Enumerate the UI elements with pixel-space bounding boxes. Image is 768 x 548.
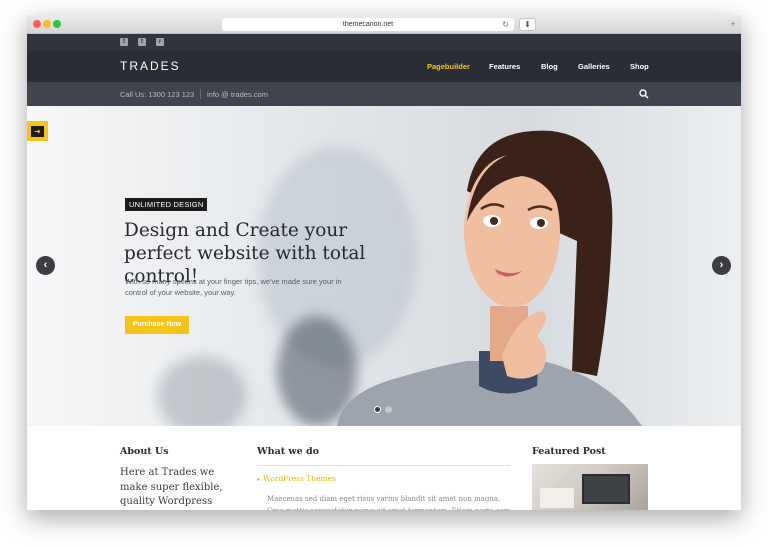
nav-item-pagebuilder[interactable]: Pagebuilder xyxy=(427,62,470,71)
purchase-now-button[interactable]: Purchase Now xyxy=(125,316,189,334)
hero-slider: ➔ UNLIMITED DESIGN Design and Create you… xyxy=(27,106,741,426)
slider-next-button[interactable]: › xyxy=(712,256,731,275)
hero-subtext: With so many options at your finger tips… xyxy=(125,277,342,297)
bullet-icon: ▸ xyxy=(257,476,261,483)
download-button[interactable]: ⬇ xyxy=(519,18,536,31)
main-navbar: TRADES Pagebuilder Features Blog Galleri… xyxy=(27,51,741,82)
content-section: About Us Here at Trades we make super fl… xyxy=(27,426,741,510)
what-we-do-title: What we do xyxy=(257,446,319,457)
nav-item-features[interactable]: Features xyxy=(489,62,520,71)
featured-post-image[interactable] xyxy=(532,464,648,510)
new-tab-button[interactable]: + xyxy=(727,18,739,31)
hero-badge: UNLIMITED DESIGN xyxy=(125,198,208,211)
browser-window: themecanon.net ↻ ⬇ + f t r TRADES Pagebu… xyxy=(27,15,741,510)
about-title: About Us xyxy=(120,446,169,457)
nav-item-shop[interactable]: Shop xyxy=(630,62,649,71)
twitter-icon[interactable]: t xyxy=(138,38,146,46)
background-blur xyxy=(157,356,247,426)
close-window-button[interactable] xyxy=(33,20,41,28)
nav-item-blog[interactable]: Blog xyxy=(541,62,558,71)
slider-dot-2[interactable] xyxy=(385,406,392,413)
chevron-right-icon: › xyxy=(719,259,724,271)
what-we-do-item-label: WordPress Themes xyxy=(263,474,336,483)
nav-item-galleries[interactable]: Galleries xyxy=(578,62,610,71)
address-bar[interactable]: themecanon.net ↻ xyxy=(222,18,514,31)
rss-icon[interactable]: r xyxy=(156,38,164,46)
social-topbar: f t r xyxy=(27,34,741,51)
side-panel-toggle[interactable]: ➔ xyxy=(27,121,48,141)
slider-prev-button[interactable]: ‹ xyxy=(36,256,55,275)
browser-chrome: themecanon.net ↻ ⬇ + xyxy=(27,15,741,34)
address-url: themecanon.net xyxy=(342,21,394,28)
what-we-do-text: Maecenas sed diam eget risus varius blan… xyxy=(267,495,513,510)
arrow-right-icon: ➔ xyxy=(34,126,41,136)
slider-dot-1[interactable] xyxy=(374,406,381,413)
minimize-window-button[interactable] xyxy=(43,20,51,28)
download-icon: ⬇ xyxy=(524,20,531,29)
about-text: Here at Trades we make super flexible, q… xyxy=(120,467,223,507)
search-icon[interactable] xyxy=(639,89,649,99)
contact-infobar: Call Us: 1300 123 123 info @ trades.com xyxy=(27,82,741,106)
featured-post-title: Featured Post xyxy=(532,446,606,457)
site-logo[interactable]: TRADES xyxy=(120,59,181,73)
phone-info: Call Us: 1300 123 123 xyxy=(120,90,195,99)
maximize-window-button[interactable] xyxy=(53,20,61,28)
email-info[interactable]: info @ trades.com xyxy=(207,90,268,99)
what-we-do-item[interactable]: ▸ WordPress Themes xyxy=(257,474,336,483)
reload-icon[interactable]: ↻ xyxy=(502,18,509,31)
divider xyxy=(257,465,510,466)
info-divider xyxy=(200,89,201,99)
facebook-icon[interactable]: f xyxy=(120,38,128,46)
chevron-left-icon: ‹ xyxy=(43,259,48,271)
